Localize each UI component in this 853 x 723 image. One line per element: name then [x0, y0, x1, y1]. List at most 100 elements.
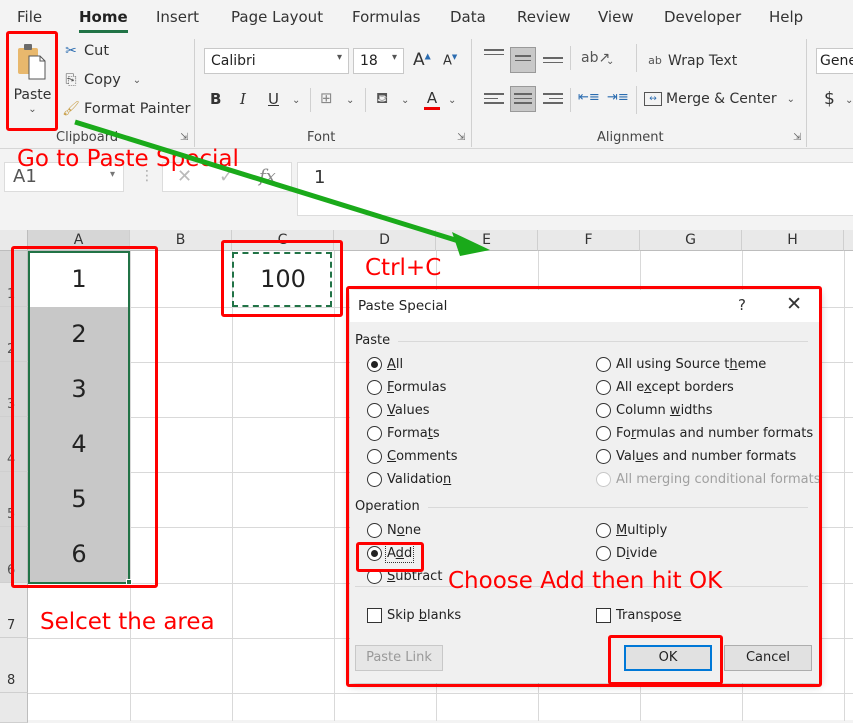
column-header-g[interactable]: G — [640, 230, 742, 251]
increase-indent-icon[interactable]: ⇥≡ — [607, 90, 629, 105]
chevron-down-icon[interactable]: ⌄ — [292, 95, 300, 106]
font-name-value: Calibri — [211, 53, 256, 69]
clipboard-group-label: Clipboard — [56, 130, 119, 145]
highlight-add-option — [356, 542, 424, 572]
highlight-paste-button — [6, 31, 58, 131]
cut-label: Cut — [84, 43, 109, 59]
scissors-icon: ✂ — [65, 43, 77, 59]
chevron-down-icon[interactable]: ⌄ — [787, 94, 795, 105]
chevron-down-icon: ▾ — [336, 52, 342, 63]
gridline — [334, 251, 335, 721]
dialog-launcher-icon[interactable]: ⇲ — [457, 132, 465, 143]
dialog-launcher-icon[interactable]: ⇲ — [793, 132, 801, 143]
format-painter-label: Format Painter — [84, 101, 191, 117]
gridline — [232, 251, 233, 721]
divider — [365, 88, 366, 112]
increase-font-size-button[interactable]: A▲ — [413, 50, 431, 70]
chevron-down-icon[interactable]: ⌄ — [845, 95, 853, 106]
align-right-icon[interactable] — [543, 90, 563, 108]
alignment-group-label: Alignment — [597, 130, 664, 145]
chevron-down-icon[interactable]: ⌄ — [448, 95, 456, 106]
tab-home[interactable]: Home — [79, 8, 128, 33]
tab-review[interactable]: Review — [517, 8, 571, 26]
column-header-d[interactable]: D — [334, 230, 436, 251]
copy-button[interactable]: ⎘ Copy ⌄ — [62, 71, 141, 89]
cut-button[interactable]: ✂ Cut — [62, 42, 109, 60]
font-size-combobox[interactable]: 18 ▾ — [353, 48, 404, 74]
fill-color-icon[interactable]: ⛾ — [376, 89, 388, 109]
italic-button[interactable]: I — [240, 90, 246, 108]
merge-center-button[interactable]: ↔ Merge & Center ⌄ — [644, 91, 795, 107]
highlight-selection — [11, 246, 158, 588]
font-group-label: Font — [307, 130, 336, 145]
align-left-icon[interactable] — [484, 90, 504, 108]
bold-button[interactable]: B — [210, 90, 221, 108]
align-middle-icon[interactable] — [510, 47, 536, 73]
row-header-7[interactable]: 7 — [0, 583, 28, 638]
column-header-f[interactable]: F — [538, 230, 640, 251]
number-format-combobox[interactable]: Gene — [816, 48, 853, 74]
divider — [310, 88, 311, 112]
font-name-combobox[interactable]: Calibri ▾ — [204, 48, 349, 74]
merge-center-label: Merge & Center — [666, 91, 777, 107]
column-header-i[interactable] — [844, 230, 853, 251]
ribbon: Paste ⌄ ✂ Cut ⎘ Copy ⌄ 🖌 Format Painter … — [0, 34, 853, 149]
copy-label: Copy — [84, 72, 121, 88]
row-header-8[interactable]: 8 — [0, 638, 28, 693]
paintbrush-icon: 🖌 — [62, 101, 80, 117]
grow-font-icon: A — [413, 50, 425, 70]
tab-data[interactable]: Data — [450, 8, 486, 26]
divider — [570, 46, 571, 70]
font-size-value: 18 — [360, 53, 378, 69]
chevron-down-icon: ▾ — [391, 52, 397, 63]
group-divider — [194, 39, 195, 147]
group-divider — [471, 39, 472, 147]
tab-formulas[interactable]: Formulas — [352, 8, 420, 26]
chevron-down-icon[interactable]: ⌄ — [346, 95, 354, 106]
gridline — [28, 693, 853, 694]
wrap-text-button[interactable]: ab Wrap Text — [646, 52, 737, 70]
row-header-9[interactable] — [0, 693, 28, 723]
currency-format-button[interactable]: $ — [824, 89, 835, 109]
divider — [570, 88, 571, 112]
annotation-choose-add: Choose Add then hit OK — [448, 568, 723, 594]
merge-cells-icon: ↔ — [644, 92, 662, 106]
copy-icon: ⎘ — [65, 72, 77, 88]
tab-page-layout[interactable]: Page Layout — [231, 8, 323, 26]
format-painter-button[interactable]: 🖌 Format Painter — [62, 100, 190, 118]
chevron-down-icon[interactable]: ⌄ — [133, 75, 141, 86]
insert-function-icon[interactable]: fx — [259, 166, 276, 187]
column-header-h[interactable]: H — [742, 230, 844, 251]
formula-input[interactable]: 1 — [297, 162, 853, 216]
wrap-text-label: Wrap Text — [668, 53, 738, 69]
font-color-button[interactable]: A — [424, 89, 440, 110]
annotation-select-area: Selcet the area — [40, 609, 215, 635]
wrap-text-icon: ab — [648, 54, 662, 67]
tab-help[interactable]: Help — [769, 8, 803, 26]
annotation-go-to-paste-special: Go to Paste Special — [17, 146, 239, 172]
divider — [636, 44, 637, 72]
number-format-value: Gene — [820, 53, 853, 69]
align-bottom-icon[interactable] — [543, 54, 563, 72]
highlight-copy-cell — [221, 240, 343, 317]
tab-view[interactable]: View — [598, 8, 634, 26]
chevron-down-icon[interactable]: ⌄ — [606, 56, 614, 67]
decrease-indent-icon[interactable]: ⇤≡ — [578, 90, 600, 105]
align-center-icon[interactable] — [510, 86, 536, 112]
tab-file[interactable]: File — [17, 8, 42, 26]
tab-developer[interactable]: Developer — [664, 8, 741, 26]
decrease-font-size-button[interactable]: A▼ — [443, 53, 457, 68]
dialog-launcher-icon[interactable]: ⇲ — [180, 132, 188, 143]
borders-icon[interactable]: ⊞ — [320, 89, 333, 107]
menu-tabs: File Home Insert Page Layout Formulas Da… — [0, 0, 853, 34]
column-header-e[interactable]: E — [436, 230, 538, 251]
chevron-down-icon[interactable]: ⌄ — [401, 95, 409, 106]
group-divider — [806, 39, 807, 147]
shrink-font-icon: A — [443, 53, 452, 69]
gridline — [844, 251, 845, 721]
highlight-ok-button — [608, 635, 723, 685]
highlight-dialog — [346, 286, 822, 687]
align-top-icon[interactable] — [484, 46, 504, 64]
underline-button[interactable]: U — [268, 90, 279, 108]
tab-insert[interactable]: Insert — [156, 8, 199, 26]
